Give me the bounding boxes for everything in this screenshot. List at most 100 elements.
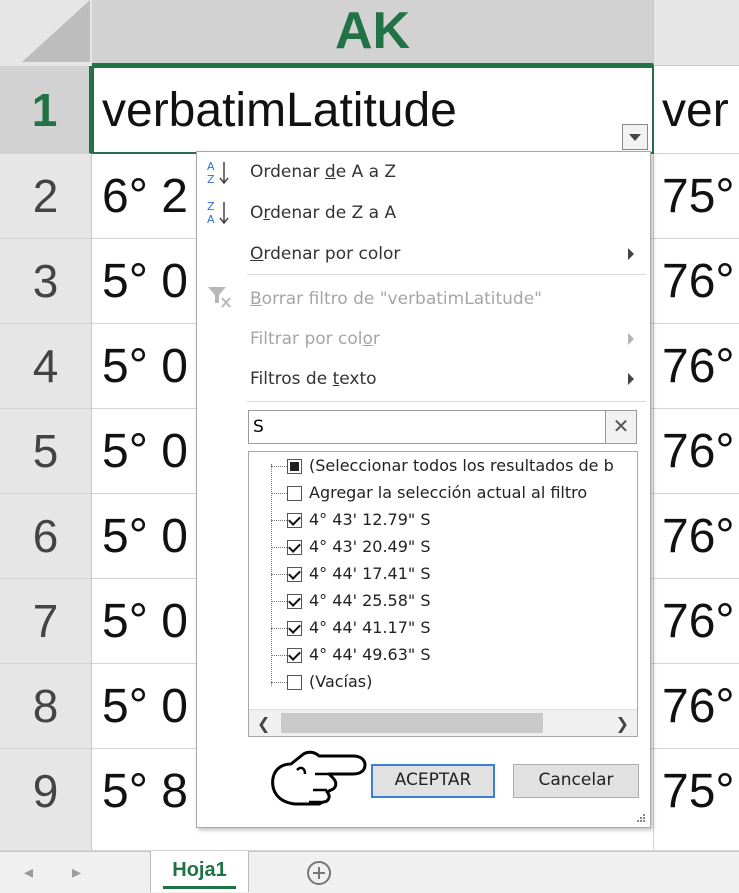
filter-search-input[interactable]: [253, 415, 603, 439]
menu-text: Ordenar: [250, 162, 325, 182]
menu-text: Filtros de: [250, 369, 333, 389]
svg-text:A: A: [207, 213, 215, 226]
row-header[interactable]: 6: [0, 494, 92, 579]
menu-clear-filter[interactable]: Borrar filtro de "verbatimLatitude": [250, 289, 542, 309]
select-all-triangle: [22, 0, 90, 62]
menu-sort-by-color[interactable]: Ordenar por color: [250, 244, 400, 264]
svg-text:Z: Z: [207, 200, 215, 213]
menu-accelerator-key: B: [250, 289, 262, 309]
row-header[interactable]: 3: [0, 239, 92, 324]
plus-circle-icon[interactable]: [307, 861, 331, 885]
next-column-cell[interactable]: 76°: [654, 494, 739, 579]
submenu-chevron-right-icon: [628, 373, 634, 385]
list-item-label: 4° 44' 17.41" S: [309, 564, 431, 583]
menu-text-filters[interactable]: Filtros de texto: [250, 369, 377, 389]
menu-text: Filtrar por col: [250, 329, 363, 349]
menu-filter-by-color[interactable]: Filtrar por color: [250, 329, 380, 349]
value-checkbox[interactable]: [287, 513, 302, 528]
cancel-button[interactable]: Cancelar: [513, 764, 639, 798]
row-header[interactable]: 1: [0, 66, 92, 154]
next-column-cell[interactable]: 76°: [654, 324, 739, 409]
menu-text: denar de Z a A: [270, 203, 397, 223]
tree-connector: [271, 520, 287, 521]
tree-connector: [271, 464, 272, 686]
autofilter-dropdown-button[interactable]: [622, 124, 648, 150]
previous-sheet-icon[interactable]: ◂: [24, 862, 33, 883]
row-header[interactable]: 5: [0, 409, 92, 494]
menu-text: O: [250, 203, 264, 223]
tree-connector: [271, 547, 287, 548]
svg-text:Z: Z: [207, 173, 215, 186]
menu-text: r: [372, 329, 380, 349]
list-item-label: 4° 44' 25.58" S: [309, 591, 431, 610]
next-column-cell[interactable]: 76°: [654, 579, 739, 664]
sheet-tab-hoja1[interactable]: Hoja1: [150, 851, 249, 892]
column-header-label: AK: [334, 2, 411, 60]
tree-connector: [271, 655, 287, 656]
scrollbar-thumb[interactable]: [281, 713, 543, 733]
scroll-right-icon[interactable]: ❯: [616, 714, 629, 733]
active-cell-border: [92, 66, 654, 154]
select-all-checkbox[interactable]: [287, 459, 302, 474]
menu-text: e A a Z: [335, 162, 397, 182]
row-header[interactable]: 8: [0, 664, 92, 749]
menu-separator: [247, 274, 646, 275]
sheet-tabs-bar: ◂ ▸ Hoja1: [0, 851, 739, 893]
autofilter-menu: A Z Ordenar de A a Z Z A Ordenar de Z a …: [196, 151, 651, 828]
value-checkbox[interactable]: [287, 540, 302, 555]
row-header[interactable]: 4: [0, 324, 92, 409]
next-column-cell[interactable]: 76°: [654, 239, 739, 324]
tree-connector: [271, 574, 287, 575]
list-item-label: (Vacías): [309, 672, 373, 691]
pointing-hand-icon: [271, 750, 367, 806]
resize-grip-icon[interactable]: [636, 813, 646, 823]
sort-z-a-icon: Z A: [207, 200, 229, 226]
submenu-chevron-right-icon: [628, 248, 634, 260]
ok-button[interactable]: ACEPTAR: [371, 764, 495, 798]
clear-search-icon[interactable]: ✕: [605, 411, 636, 443]
value-checkbox[interactable]: [287, 594, 302, 609]
menu-sort-a-to-z[interactable]: Ordenar de A a Z: [250, 162, 396, 182]
tree-connector: [271, 601, 287, 602]
next-column-cell[interactable]: ver: [654, 66, 739, 154]
sort-a-z-icon: A Z: [207, 160, 229, 186]
menu-text: orrar filtro de "verbatimLatitude": [261, 289, 543, 309]
value-checkbox[interactable]: [287, 648, 302, 663]
menu-accelerator-key: d: [324, 162, 336, 182]
clear-filter-icon: [208, 287, 231, 308]
list-item-label: 4° 43' 12.79" S: [309, 510, 431, 529]
menu-accelerator-key: o: [362, 329, 373, 349]
list-item-label: 4° 44' 49.63" S: [309, 645, 431, 664]
tree-connector: [271, 493, 287, 494]
row-header[interactable]: 2: [0, 154, 92, 239]
value-checkbox[interactable]: [287, 567, 302, 582]
filter-values-list: (Seleccionar todos los resultados de b A…: [248, 451, 638, 737]
menu-text: rdenar por color: [263, 244, 401, 264]
menu-text: exto: [339, 369, 377, 389]
next-column-cell[interactable]: 76°: [654, 664, 739, 749]
next-column-cell[interactable]: 76°: [654, 409, 739, 494]
next-sheet-icon[interactable]: ▸: [72, 862, 81, 883]
value-checkbox[interactable]: [287, 621, 302, 636]
empty-values-checkbox[interactable]: [287, 675, 302, 690]
list-item-label: Agregar la selección actual al filtro: [309, 483, 588, 502]
column-header-next[interactable]: [654, 0, 739, 66]
next-column-cell[interactable]: 75°: [654, 749, 739, 851]
filter-search-box: ✕: [248, 410, 637, 444]
menu-sort-z-to-a[interactable]: Ordenar de Z a A: [250, 203, 396, 223]
horizontal-scrollbar[interactable]: ❮ ❯: [249, 709, 637, 736]
row-header[interactable]: 9: [0, 749, 92, 851]
column-header-ak[interactable]: AK: [92, 0, 654, 66]
menu-accelerator-key: O: [250, 244, 264, 264]
list-item-label: (Seleccionar todos los resultados de b: [309, 456, 614, 475]
next-column-cell[interactable]: 75°: [654, 154, 739, 239]
tree-connector: [271, 628, 287, 629]
tree-connector: [271, 682, 287, 683]
row-header[interactable]: 7: [0, 579, 92, 664]
menu-separator: [247, 401, 646, 402]
submenu-chevron-right-icon: [628, 333, 634, 345]
tree-connector: [271, 466, 287, 467]
add-to-filter-checkbox[interactable]: [287, 486, 302, 501]
list-item-label: 4° 43' 20.49" S: [309, 537, 431, 556]
scroll-left-icon[interactable]: ❮: [257, 714, 270, 733]
